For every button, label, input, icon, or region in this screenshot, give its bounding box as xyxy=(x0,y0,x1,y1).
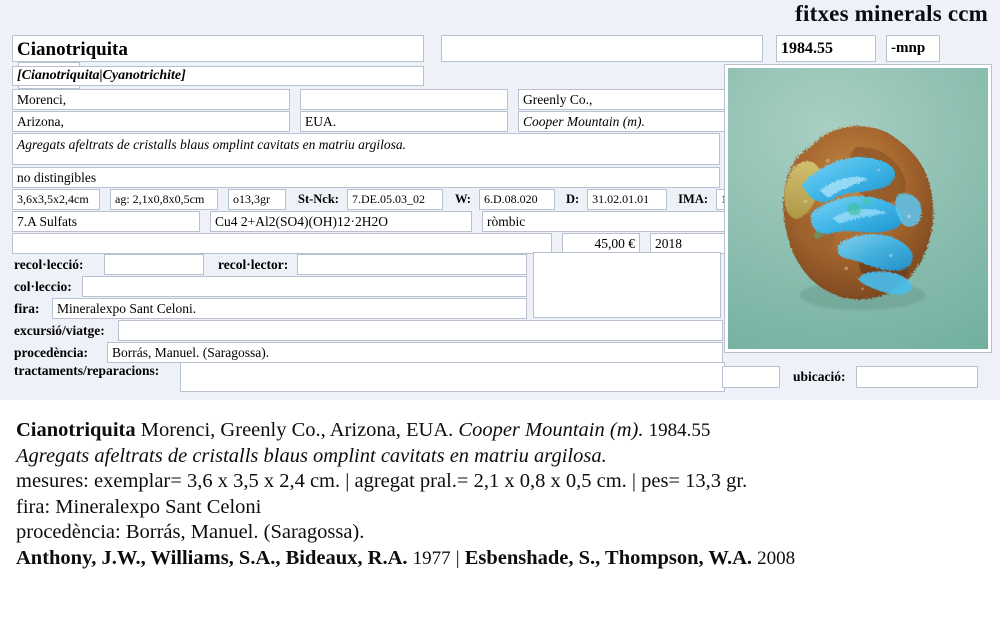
mineral-specimen-image xyxy=(757,105,960,319)
locality-row-2: Arizona, EUA. Cooper Mountain (m). xyxy=(12,111,740,132)
state-field[interactable]: Arizona, xyxy=(12,111,290,132)
classification-row: 7.A Sulfats Cu4 2+Al2(SO4)(OH)12·2H2O rò… xyxy=(12,211,728,232)
excursio-row: excursió/viatge: xyxy=(14,320,723,341)
fira-field[interactable]: Mineralexpo Sant Celoni. xyxy=(52,298,527,319)
reference-separator: | xyxy=(455,547,460,569)
reference-1-year: 1977 xyxy=(412,547,451,569)
locality-row-1: Morenci, Greenly Co., xyxy=(12,89,740,110)
summary-line-1: Cianotriquita Morenci, Greenly Co., Ariz… xyxy=(16,418,984,444)
collection-code-field[interactable]: -mnp xyxy=(886,35,940,62)
locality-secondary-field[interactable] xyxy=(300,89,508,110)
class-field[interactable]: 7.A Sulfats xyxy=(12,211,200,232)
formula-field[interactable]: Cu4 2+Al2(SO4)(OH)12·2H2O xyxy=(210,211,472,232)
w-field[interactable]: 6.D.08.020 xyxy=(478,189,555,210)
summary-mine: Cooper Mountain (m). xyxy=(458,419,644,441)
locality-field[interactable]: Morenci, xyxy=(12,89,290,110)
masthead-title: fitxes minerals ccm xyxy=(795,1,988,26)
specimen-photo xyxy=(728,68,988,349)
collection-row: recol·lecció: recol·lector: xyxy=(14,254,528,275)
tractaments-field[interactable] xyxy=(180,362,725,392)
mineral-name-field[interactable]: Cianotriquita xyxy=(12,35,424,62)
name-alt-field[interactable] xyxy=(441,35,763,62)
fira-label: fira: xyxy=(14,301,40,316)
fira-row: fira: Mineralexpo Sant Celoni. xyxy=(14,298,527,319)
recolector-label: recol·lector: xyxy=(218,257,289,272)
ubicacio-label: ubicació: xyxy=(793,369,846,384)
crystal-system-field[interactable]: ròmbic xyxy=(482,211,728,232)
associated-minerals-field[interactable]: no distingibles xyxy=(12,167,720,188)
bottom-blank-field[interactable] xyxy=(722,366,780,388)
country-field[interactable]: EUA. xyxy=(300,111,508,132)
purchase-blank-field[interactable] xyxy=(12,233,552,254)
description-field[interactable]: Agregats afeltrats de cristalls blaus om… xyxy=(12,133,720,165)
colleccio-label: col·leccio: xyxy=(14,279,72,294)
summary-line-4: fira: Mineralexpo Sant Celoni xyxy=(16,495,262,518)
excursio-field[interactable] xyxy=(118,320,723,341)
specimen-photo-frame xyxy=(724,64,992,353)
stnck-label: St-Nck: xyxy=(298,192,339,206)
reference-2-authors: Esbenshade, S., Thompson, W.A. xyxy=(464,546,753,569)
d-label: D: xyxy=(565,192,580,206)
ubicacio-field[interactable] xyxy=(855,366,978,388)
stnck-field[interactable]: 7.DE.05.03_02 xyxy=(346,189,443,210)
mineral-record-card: fitxes minerals ccm Cianotriquita 1984.5… xyxy=(0,0,1000,400)
summary-catalog-number: 1984.55 xyxy=(648,420,711,441)
synonym-row: [Cianotriquita|Cyanotrichite] xyxy=(12,66,424,86)
reference-2-year: 2008 xyxy=(757,547,796,569)
recoleccio-label: recol·lecció: xyxy=(14,257,84,272)
summary-text-block: Cianotriquita Morenci, Greenly Co., Ariz… xyxy=(16,418,984,571)
summary-line-3: mesures: exemplar= 3,6 x 3,5 x 2,4 cm. |… xyxy=(16,470,748,492)
recoleccio-field[interactable] xyxy=(104,254,204,275)
summary-line-2: Agregats afeltrats de cristalls blaus om… xyxy=(16,444,607,467)
description-row: Agregats afeltrats de cristalls blaus om… xyxy=(12,133,720,165)
associated-row: no distingibles xyxy=(12,167,720,188)
synonym-field[interactable]: [Cianotriquita|Cyanotrichite] xyxy=(12,66,424,86)
aggregate-size-field[interactable]: ag: 2,1x0,8x0,5cm xyxy=(110,189,218,210)
ima-label: IMA: xyxy=(678,192,709,206)
colleccio-row: col·leccio: xyxy=(14,276,527,297)
procedencia-row: procedència: Borrás, Manuel. (Saragossa)… xyxy=(14,342,723,363)
purchase-year-field[interactable]: 2018 xyxy=(650,233,728,254)
summary-mineral-name: Cianotriquita xyxy=(16,419,136,441)
notes-panel-field[interactable] xyxy=(533,252,721,318)
d-field[interactable]: 31.02.01.01 xyxy=(587,189,668,210)
measurements-row: 3,6x3,5x2,4cm ag: 2,1x0,8x0,5cm o13,3gr … xyxy=(12,189,781,210)
procedencia-field[interactable]: Borrás, Manuel. (Saragossa). xyxy=(107,342,723,363)
colleccio-field[interactable] xyxy=(82,276,527,297)
weight-field[interactable]: o13,3gr xyxy=(228,189,286,210)
ubicacio-row: ubicació: xyxy=(722,366,978,388)
tractaments-label: tractaments/reparacions: xyxy=(14,363,160,378)
summary-references: Anthony, J.W., Williams, S.A., Bideaux, … xyxy=(16,546,984,572)
specimen-size-field[interactable]: 3,6x3,5x2,4cm xyxy=(12,189,100,210)
reference-1-authors: Anthony, J.W., Williams, S.A., Bideaux, … xyxy=(16,546,408,569)
excursio-label: excursió/viatge: xyxy=(14,323,105,338)
county-field[interactable]: Greenly Co., xyxy=(518,89,740,110)
catalog-number-field[interactable]: 1984.55 xyxy=(776,35,876,62)
price-field[interactable]: 45,00 € xyxy=(562,233,640,254)
price-row: 45,00 € 2018 xyxy=(12,233,728,254)
procedencia-label: procedència: xyxy=(14,345,88,360)
recolector-field[interactable] xyxy=(297,254,528,275)
summary-locality: Morenci, Greenly Co., Arizona, EUA. xyxy=(140,419,454,441)
summary-line-5: procedència: Borrás, Manuel. (Saragossa)… xyxy=(16,521,365,543)
mine-field[interactable]: Cooper Mountain (m). xyxy=(518,111,740,132)
w-label: W: xyxy=(454,192,471,206)
tractaments-row: tractaments/reparacions: xyxy=(14,362,725,392)
